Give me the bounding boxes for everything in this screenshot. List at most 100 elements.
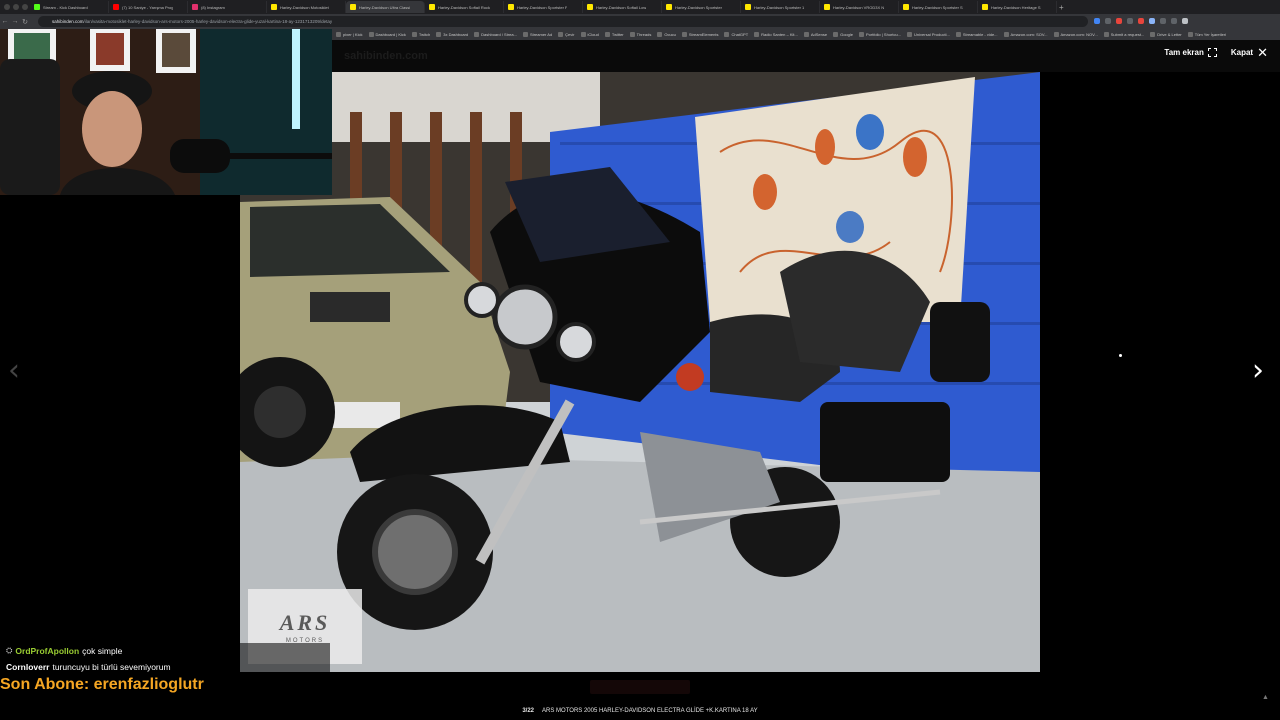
forward-icon[interactable]: → [10,18,20,25]
close-button[interactable]: Kapat ✕ [1231,46,1268,59]
bookmark-item[interactable]: Streamable - vide... [955,32,998,37]
bookmark-item[interactable]: Radio Santen – Kit... [754,32,798,37]
bookmark-label: Drive & Letter [1157,32,1182,37]
bookmark-item[interactable]: Submit a request... [1103,32,1144,37]
bookmark-label: iCloud [587,32,599,37]
bookmark-label: AdSense [810,32,828,37]
bookmark-item[interactable]: pixer | Kick [336,32,363,37]
bookmark-favicon-icon [1103,32,1109,37]
bookmark-item[interactable]: Drive & Letter [1150,32,1182,37]
streamer-webcam [0,29,332,195]
tab-title: Harley-Davidson Motosiklet [280,4,329,10]
last-subscriber-label: Son Abone: erenfazlioglutr [0,676,204,693]
thumbnail-strip-handle[interactable] [590,680,690,694]
extension-icon[interactable] [1160,18,1166,24]
bookmark-item[interactable]: Portfolio | Shortcu... [858,32,901,37]
fullscreen-label: Tam ekran [1164,48,1204,57]
bookmark-item[interactable]: Dashboard / Strea... [474,32,517,37]
window-close-dot[interactable] [4,4,10,10]
bookmark-favicon-icon [858,32,864,37]
bookmark-label: Dashboard | Kick [375,32,406,37]
listing-title: ARS MOTORS 2005 HARLEY-DAVIDSON ELECTRA … [542,708,758,714]
url-host: sahibinden.com [52,19,84,24]
scroll-up-icon[interactable]: ▲ [1262,694,1269,701]
bookmark-label: Google [840,32,853,37]
browser-tab[interactable]: Harley-Davidson Softail Low [583,1,662,13]
browser-tab[interactable]: Harley-Davidson Sportster 1 [741,1,820,13]
browser-tab[interactable]: Harley-Davidson VROD3X N [820,1,899,13]
bookmark-item[interactable]: StreamElements [681,32,719,37]
bookmark-item[interactable]: Amazon.com: NOV... [1053,32,1098,37]
bookmark-label: Streamer Ad [529,32,553,37]
extension-icon[interactable] [1105,18,1111,24]
bookmark-item[interactable]: Tüm Yer İşaretleri [1187,32,1226,37]
extension-icon[interactable] [1127,18,1133,24]
previous-photo-arrow-icon[interactable]: ‹ [8,356,20,386]
address-bar[interactable]: sahibinden.com/ilan/vasita-motosiklet-ha… [38,16,1088,27]
tab-favicon-icon [192,4,198,10]
bookmark-label: Çevir [565,32,575,37]
bookmark-favicon-icon [754,32,760,37]
bookmark-item[interactable]: Ocucu [657,32,676,37]
bookmark-item[interactable]: Google [833,32,853,37]
bookmark-label: StreamElements [688,32,719,37]
tab-title: Harley-Davidson Heritage S [991,4,1041,10]
bookmark-label: 3x Dashboard [443,32,469,37]
bookmark-item[interactable]: iCloud [580,32,599,37]
tab-favicon-icon [508,4,514,10]
extension-icon[interactable] [1116,18,1122,24]
bookmark-item[interactable]: Streamer Ad [522,32,553,37]
bookmark-item[interactable]: Threads [629,32,652,37]
tab-favicon-icon [429,4,435,10]
tab-favicon-icon [113,4,119,10]
tab-favicon-icon [666,4,672,10]
next-photo-arrow-icon[interactable]: › [1252,356,1264,386]
bookmark-item[interactable]: Çevir [558,32,575,37]
bookmark-favicon-icon [522,32,528,37]
bookmark-favicon-icon [803,32,809,37]
window-zoom-dot[interactable] [22,4,28,10]
back-icon[interactable]: ← [0,18,10,25]
tab-title: Harley-Davidson VROD3X N [833,4,885,10]
profile-avatar-icon[interactable] [1182,18,1188,24]
browser-tab[interactable]: (8) Instagram [188,1,267,13]
bookmark-item[interactable]: Twitter [604,32,624,37]
bookmark-label: Threads [636,32,652,37]
bookmark-favicon-icon [629,32,635,37]
new-tab-button[interactable]: + [1059,3,1064,12]
bookmark-label: Twitch [418,32,431,37]
window-minimize-dot[interactable] [13,4,19,10]
browser-tab[interactable]: Stream - Kick Dashboard [30,1,109,13]
photo-caption: 3/22 ARS MOTORS 2005 HARLEY-DAVIDSON ELE… [0,708,1280,714]
browser-tab[interactable]: Harley-Davidson Softail Rock [425,1,504,13]
window-controls[interactable] [4,4,28,10]
bookmark-item[interactable]: Twitch [411,32,431,37]
bookmark-item[interactable]: Amazon.com: SOV... [1003,32,1048,37]
tab-title: Harley-Davidson Ultra Classi [359,4,411,10]
browser-tab[interactable]: (7) 10 Saniye - Yarışma Prog [109,1,188,13]
browser-tab[interactable]: Harley-Davidson Motosiklet [267,1,346,13]
browser-tab[interactable]: Harley-Davidson Sportster [662,1,741,13]
reload-icon[interactable]: ↻ [20,18,30,26]
browser-tab-bar: Stream - Kick Dashboard (7) 10 Saniye - Y… [0,0,1280,14]
bookmark-item[interactable]: Dashboard | Kick [368,32,406,37]
viewer-controls: Tam ekran Kapat ✕ [1164,46,1268,59]
bookmark-item[interactable]: ChatGPT [724,32,748,37]
webcam-illustration [0,29,332,195]
extension-icon[interactable] [1138,18,1144,24]
browser-tab[interactable]: Harley-Davidson Sportster F [504,1,583,13]
bookmark-item[interactable]: AdSense [803,32,828,37]
bookmark-item[interactable]: Universal Producti... [907,32,950,37]
bookmark-favicon-icon [1150,32,1156,37]
close-icon: ✕ [1257,45,1268,60]
browser-tab[interactable]: Harley-Davidson Sportster S [899,1,978,13]
extension-icon[interactable] [1094,18,1100,24]
extension-icon[interactable] [1171,18,1177,24]
bookmark-item[interactable]: 3x Dashboard [436,32,468,37]
bookmark-favicon-icon [411,32,417,37]
browser-tab[interactable]: Harley-Davidson Ultra Classi [346,1,425,13]
fullscreen-button[interactable]: Tam ekran [1164,48,1217,57]
tab-title: (8) Instagram [201,4,225,10]
browser-tab[interactable]: Harley-Davidson Heritage S [978,1,1057,13]
extension-icon[interactable] [1149,18,1155,24]
